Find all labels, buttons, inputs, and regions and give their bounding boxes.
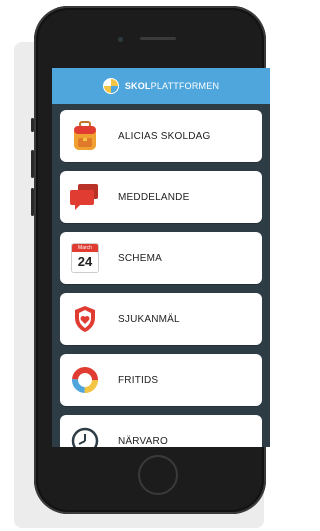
- calendar-icon: March 24: [60, 244, 110, 272]
- menu-item-label: NÄRVARO: [118, 435, 168, 447]
- calendar-month: March: [72, 244, 98, 252]
- skolplattformen-logo-icon: [102, 78, 119, 94]
- menu-item-label: SJUKANMÄL: [118, 313, 180, 325]
- ring-icon: [60, 365, 110, 395]
- menu-item-narvaro[interactable]: NÄRVARO: [60, 415, 262, 447]
- earpiece-speaker: [140, 37, 176, 40]
- menu-item-label: FRITIDS: [118, 374, 159, 386]
- logo-text-bold: SKOL: [124, 81, 151, 91]
- menu-item-label: ALICIAS SKOLDAG: [118, 130, 211, 142]
- menu-list: ALICIAS SKOLDAG MEDDELANDE March 24 SCHE…: [52, 104, 270, 447]
- menu-item-fritids[interactable]: FRITIDS: [60, 354, 262, 406]
- shield-heart-icon: [60, 305, 110, 333]
- logo-text-light: PLATTFORMEN: [150, 81, 220, 91]
- home-button[interactable]: [138, 455, 178, 495]
- front-camera: [118, 37, 123, 42]
- menu-item-label: MEDDELANDE: [118, 191, 190, 203]
- menu-item-label: SCHEMA: [118, 252, 162, 264]
- chat-bubbles-icon: [60, 183, 110, 211]
- app-screen: SKOL PLATTFORMEN ALICIAS SKOLDAG MEDDELA…: [52, 68, 270, 447]
- menu-item-alicias-skoldag[interactable]: ALICIAS SKOLDAG: [60, 110, 262, 162]
- menu-item-sjukanmal[interactable]: SJUKANMÄL: [60, 293, 262, 345]
- menu-item-schema[interactable]: March 24 SCHEMA: [60, 232, 262, 284]
- clock-icon: [60, 427, 110, 447]
- app-header: SKOL PLATTFORMEN: [52, 68, 270, 104]
- menu-item-meddelande[interactable]: MEDDELANDE: [60, 171, 262, 223]
- backpack-icon: [60, 121, 110, 151]
- calendar-day: 24: [72, 252, 98, 272]
